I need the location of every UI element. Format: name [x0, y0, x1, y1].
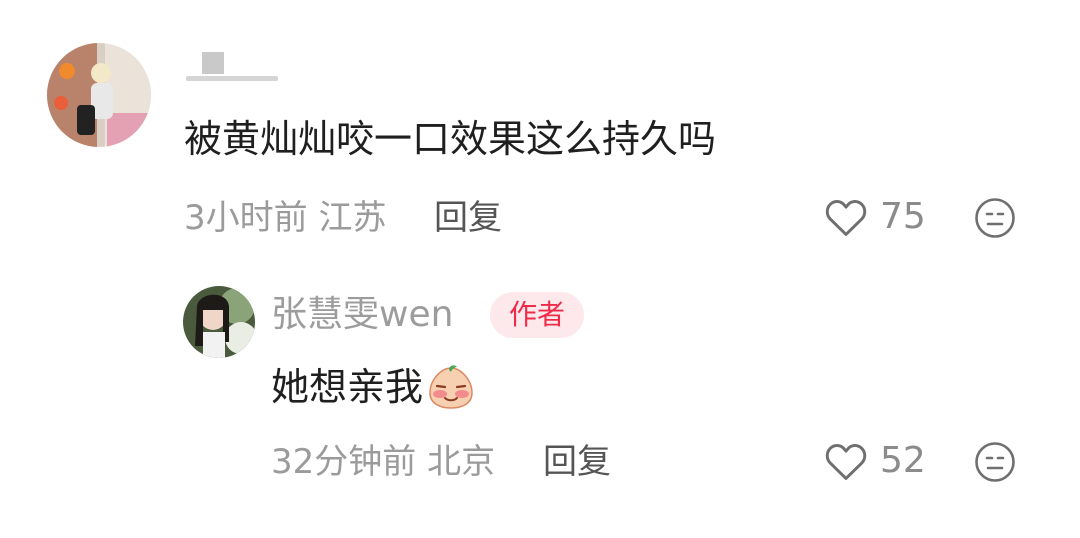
author-username[interactable]: 张慧雯wen [271, 292, 453, 338]
neutral-face-icon[interactable] [974, 441, 1016, 483]
shy-blush-emoji-icon [429, 365, 473, 409]
commenter-avatar[interactable] [47, 43, 151, 147]
reply-text: 她想亲我 [271, 365, 424, 409]
neutral-face-icon[interactable] [974, 197, 1016, 239]
like-count: 75 [880, 196, 926, 237]
comment-thread: 被黄灿灿咬一口效果这么持久吗 3小时前 江苏 回复 75 张慧雯wen 作者 她… [0, 0, 1080, 538]
author-badge: 作者 [490, 292, 584, 338]
reply-time-location: 32分钟前 北京 [271, 442, 496, 482]
comment-text: 被黄灿灿咬一口效果这么持久吗 [184, 117, 717, 161]
heart-outline-icon[interactable] [824, 440, 868, 482]
heart-outline-icon[interactable] [824, 196, 868, 238]
reply-button[interactable]: 回复 [434, 196, 502, 240]
reply-button[interactable]: 回复 [543, 440, 611, 484]
comment-time-location: 3小时前 江苏 [184, 198, 387, 238]
like-count: 52 [880, 440, 926, 481]
reply-text-line: 她想亲我 [271, 362, 477, 412]
username-obscured [186, 52, 278, 81]
author-avatar[interactable] [183, 286, 255, 358]
